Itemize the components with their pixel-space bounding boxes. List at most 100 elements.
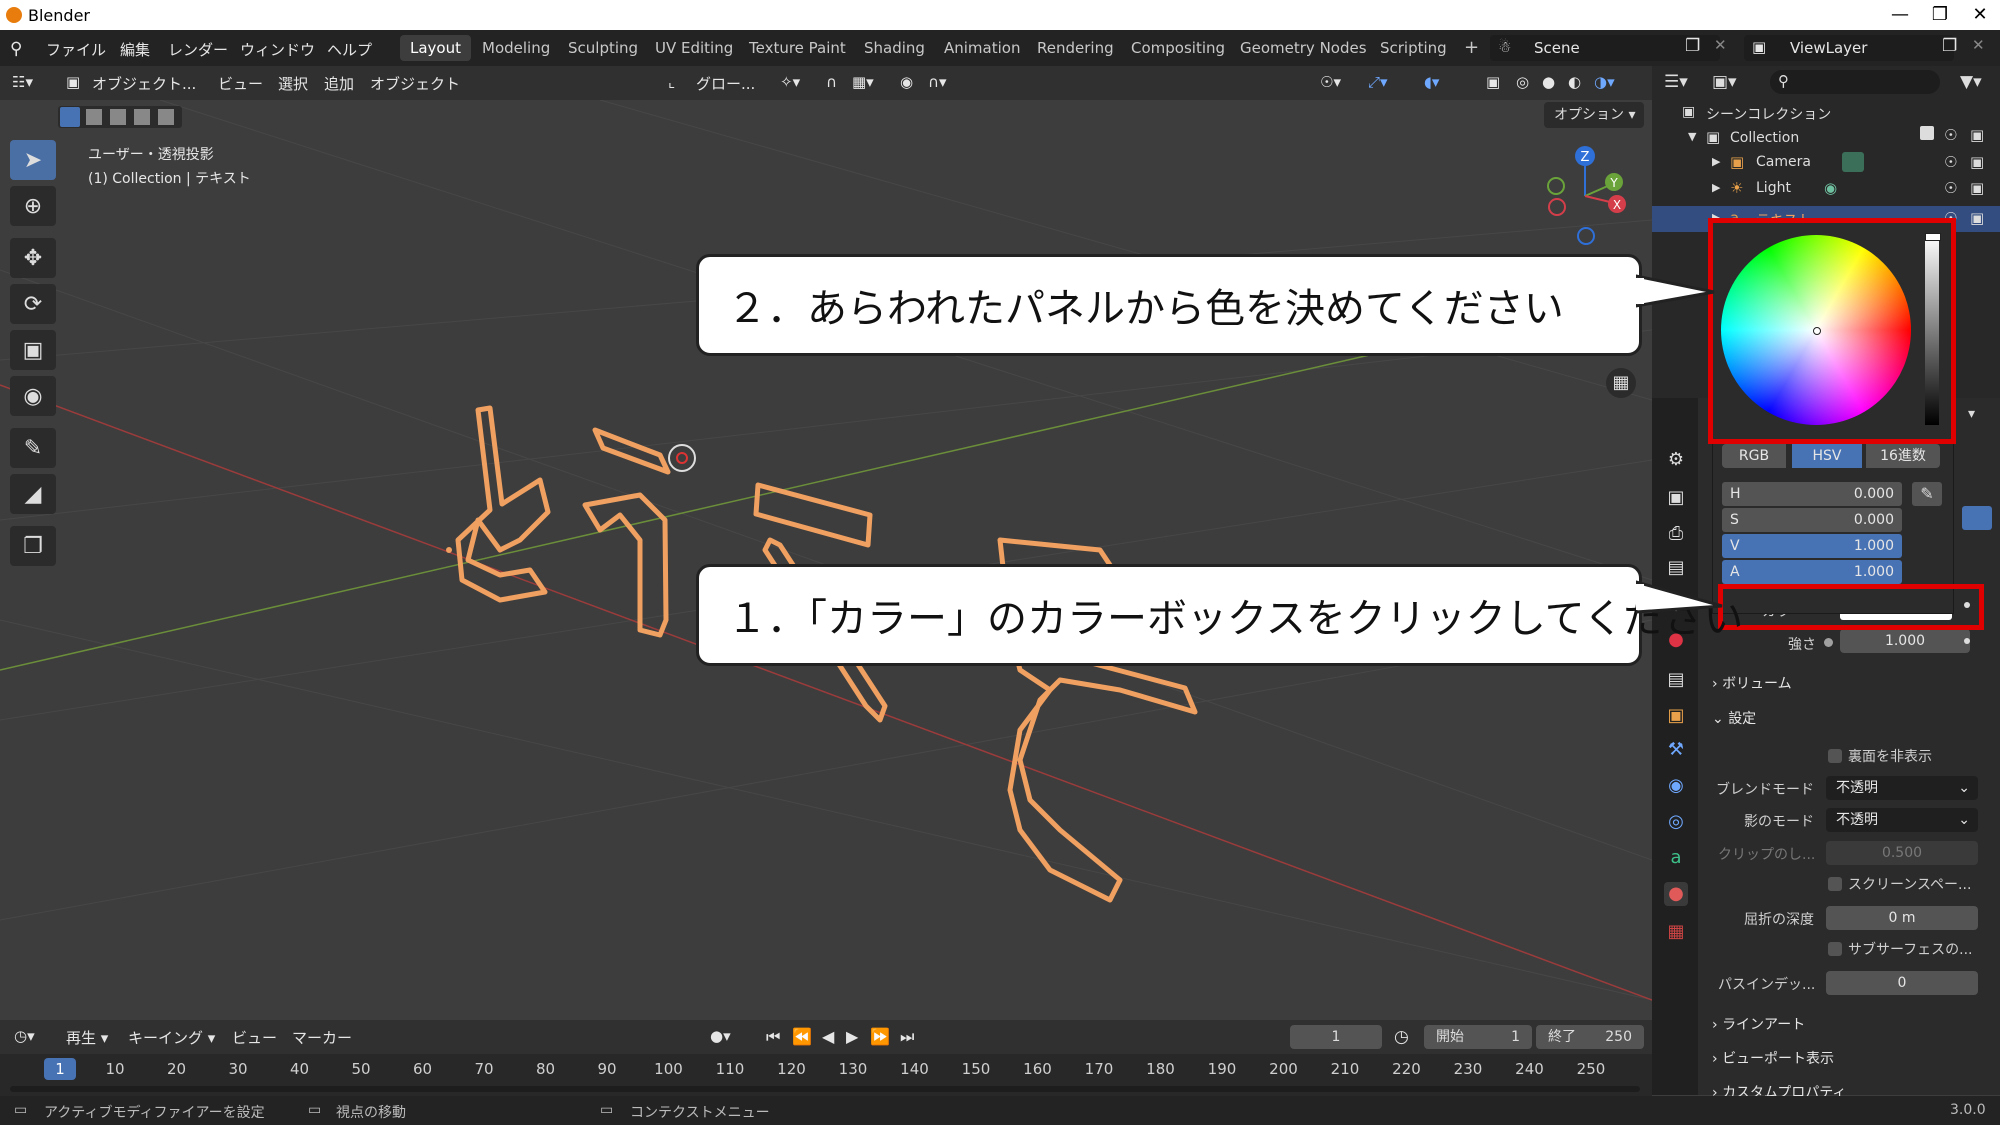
close-icon[interactable]: ✕ (1960, 2, 2000, 28)
tab-rendering[interactable]: Rendering (1027, 35, 1124, 61)
light-data-icon[interactable]: ◉ (1824, 179, 1837, 197)
tab-rgb[interactable]: RGB (1722, 444, 1786, 468)
playback-menu[interactable]: 再生 ▾ (66, 1027, 108, 1048)
pass-index-field[interactable]: 0 (1826, 971, 1978, 995)
next-keyframe-icon[interactable]: ⏩ (870, 1027, 890, 1046)
tab-sculpting[interactable]: Sculpting (558, 35, 648, 61)
timeline-editor-icon[interactable]: ◷▾ (14, 1027, 35, 1045)
shading-wireframe-icon[interactable]: ◎ (1516, 73, 1529, 91)
blender-menu-icon[interactable]: ⚲ (10, 39, 22, 59)
lineart-section-header[interactable]: › ラインアート (1712, 1014, 1805, 1034)
scene-collection-label[interactable]: シーンコレクション (1706, 104, 1831, 124)
material-tab-icon[interactable]: ● (1664, 882, 1688, 906)
falloff-icon[interactable]: ∩▾ (928, 73, 947, 91)
outliner-search-input[interactable]: ⚲ (1770, 70, 1940, 94)
tab-uv-editing[interactable]: UV Editing (645, 35, 743, 61)
select-intersect-icon[interactable] (158, 109, 174, 125)
collection-tab-icon[interactable]: ▤ (1664, 668, 1688, 692)
eye-icon[interactable]: ☉ (1944, 179, 1957, 197)
expand-icon[interactable]: ▶ (1712, 181, 1720, 194)
menu-object[interactable]: オブジェクト (370, 73, 460, 94)
volume-section-header[interactable]: › ボリューム (1712, 673, 1792, 693)
new-scene-icon[interactable]: ❐ (1685, 36, 1700, 56)
filter-icon[interactable]: ▼▾ (1960, 72, 1982, 92)
view-layer-selector[interactable]: ▣ ViewLayer (1744, 35, 1954, 61)
keying-menu[interactable]: キーイング ▾ (128, 1027, 215, 1048)
render-camera-icon[interactable]: ▣ (1970, 179, 1984, 197)
annotate-tool-icon[interactable]: ✎ (10, 428, 56, 468)
camera-data-icon[interactable] (1842, 152, 1864, 172)
select-subtract-icon[interactable] (110, 109, 126, 125)
gizmo-icon[interactable]: ⤢▾ (1368, 73, 1388, 91)
tab-scripting[interactable]: Scripting (1370, 35, 1457, 61)
tab-modeling[interactable]: Modeling (472, 35, 560, 61)
expand-icon[interactable]: ▶ (1712, 155, 1720, 168)
select-mode-group[interactable] (58, 106, 182, 128)
transform-tool-icon[interactable]: ◉ (10, 376, 56, 416)
measure-tool-icon[interactable]: ◢ (10, 474, 56, 514)
material-slot-highlight[interactable] (1962, 506, 1992, 530)
tab-shading[interactable]: Shading (854, 35, 935, 61)
modifier-tab-icon[interactable]: ⚒ (1664, 738, 1688, 762)
backface-checkbox[interactable] (1828, 749, 1842, 763)
overlay-icon[interactable]: ◖▾ (1424, 73, 1439, 91)
preview-range-icon[interactable]: ◷ (1394, 1027, 1409, 1047)
tab-animation[interactable]: Animation (934, 35, 1030, 61)
proportional-edit-icon[interactable]: ◉ (900, 73, 913, 91)
camera-view-icon[interactable]: ▦ (1606, 368, 1636, 398)
maximize-icon[interactable]: ❐ (1920, 2, 1960, 28)
play-reverse-icon[interactable]: ◀ (822, 1027, 834, 1046)
snap-icon[interactable]: ∩ (826, 73, 837, 91)
current-frame-field[interactable]: 1 (1290, 1025, 1382, 1049)
rotate-tool-icon[interactable]: ⟳ (10, 284, 56, 324)
tab-geometry-nodes[interactable]: Geometry Nodes (1230, 35, 1377, 61)
physics-tab-icon[interactable]: ◎ (1664, 810, 1688, 834)
render-tab-icon[interactable]: ▣ (1664, 486, 1688, 510)
options-dropdown[interactable]: オプション ▾ (1544, 102, 1644, 128)
timeline-scrollbar[interactable] (10, 1086, 1640, 1092)
navigation-gizmo[interactable]: Z Y X (1547, 146, 1626, 245)
new-view-layer-icon[interactable]: ❐ (1942, 36, 1957, 56)
render-camera-icon[interactable]: ▣ (1970, 126, 1984, 144)
tab-hex[interactable]: 16進数 (1866, 444, 1940, 468)
saturation-field[interactable]: S 0.000 (1722, 508, 1902, 532)
list-item[interactable]: ▶ ▣ Camera ☉ ▣ (1652, 150, 2000, 176)
subsurface-checkbox[interactable] (1828, 942, 1842, 956)
list-item[interactable]: ▶ ☀ Light ◉ ☉ ▣ (1652, 176, 2000, 202)
transform-orientation-dropdown[interactable]: グロー... (696, 73, 755, 94)
mode-dropdown[interactable]: オブジェクト... (92, 73, 196, 94)
keyframe-dot-icon[interactable] (1964, 638, 1970, 644)
tool-tab-icon[interactable]: ⚙ (1664, 448, 1688, 472)
end-frame-field[interactable]: 終了 250 (1536, 1025, 1644, 1049)
outliner-editor-icon[interactable]: ☰▾ (1664, 72, 1688, 92)
prev-keyframe-icon[interactable]: ⏪ (792, 1027, 812, 1046)
minimize-icon[interactable]: — (1880, 2, 1920, 28)
xray-icon[interactable]: ▣ (1486, 73, 1500, 91)
viewport-display-section-header[interactable]: › ビューポート表示 (1712, 1048, 1834, 1068)
menu-help[interactable]: ヘルプ (327, 39, 372, 60)
eye-icon[interactable]: ☉ (1944, 153, 1957, 171)
select-invert-icon[interactable] (134, 109, 150, 125)
3d-viewport[interactable]: Z Y X オプション ▾ ユーザー・透視投影 (1) Collection |… (0, 100, 1652, 1020)
collection-label[interactable]: Collection (1730, 130, 1799, 146)
render-camera-icon[interactable]: ▣ (1970, 153, 1984, 171)
marker-menu[interactable]: マーカー (292, 1027, 352, 1048)
menu-select[interactable]: 選択 (278, 73, 308, 94)
visibility-icon[interactable]: ☉▾ (1320, 73, 1341, 91)
shadow-mode-dropdown[interactable]: 不透明 ⌄ (1826, 808, 1978, 832)
menu-file[interactable]: ファイル (46, 39, 106, 60)
pivot-icon[interactable]: ✧▾ (780, 73, 800, 91)
display-mode-icon[interactable]: ▣▾ (1712, 72, 1737, 92)
render-camera-icon[interactable]: ▣ (1970, 209, 1984, 227)
timeline-ruler[interactable]: 1 10 20 30 40 50 60 70 80 90 100 110 120 130 140 150 160… (0, 1054, 1652, 1096)
output-tab-icon[interactable]: ⎙ (1664, 522, 1688, 546)
value-field[interactable]: V 1.000 (1722, 534, 1902, 558)
blend-mode-dropdown[interactable]: 不透明 ⌄ (1826, 776, 1978, 800)
editor-type-icon[interactable]: ☷▾ (12, 73, 33, 91)
menu-view[interactable]: ビュー (218, 73, 263, 94)
screen-space-checkbox[interactable] (1828, 877, 1842, 891)
add-workspace-button[interactable]: + (1454, 35, 1489, 61)
data-tab-icon[interactable]: a (1664, 846, 1688, 870)
select-box-tool-icon[interactable]: ➤ (10, 140, 56, 180)
chevron-down-icon[interactable]: ▾ (1968, 406, 1975, 422)
